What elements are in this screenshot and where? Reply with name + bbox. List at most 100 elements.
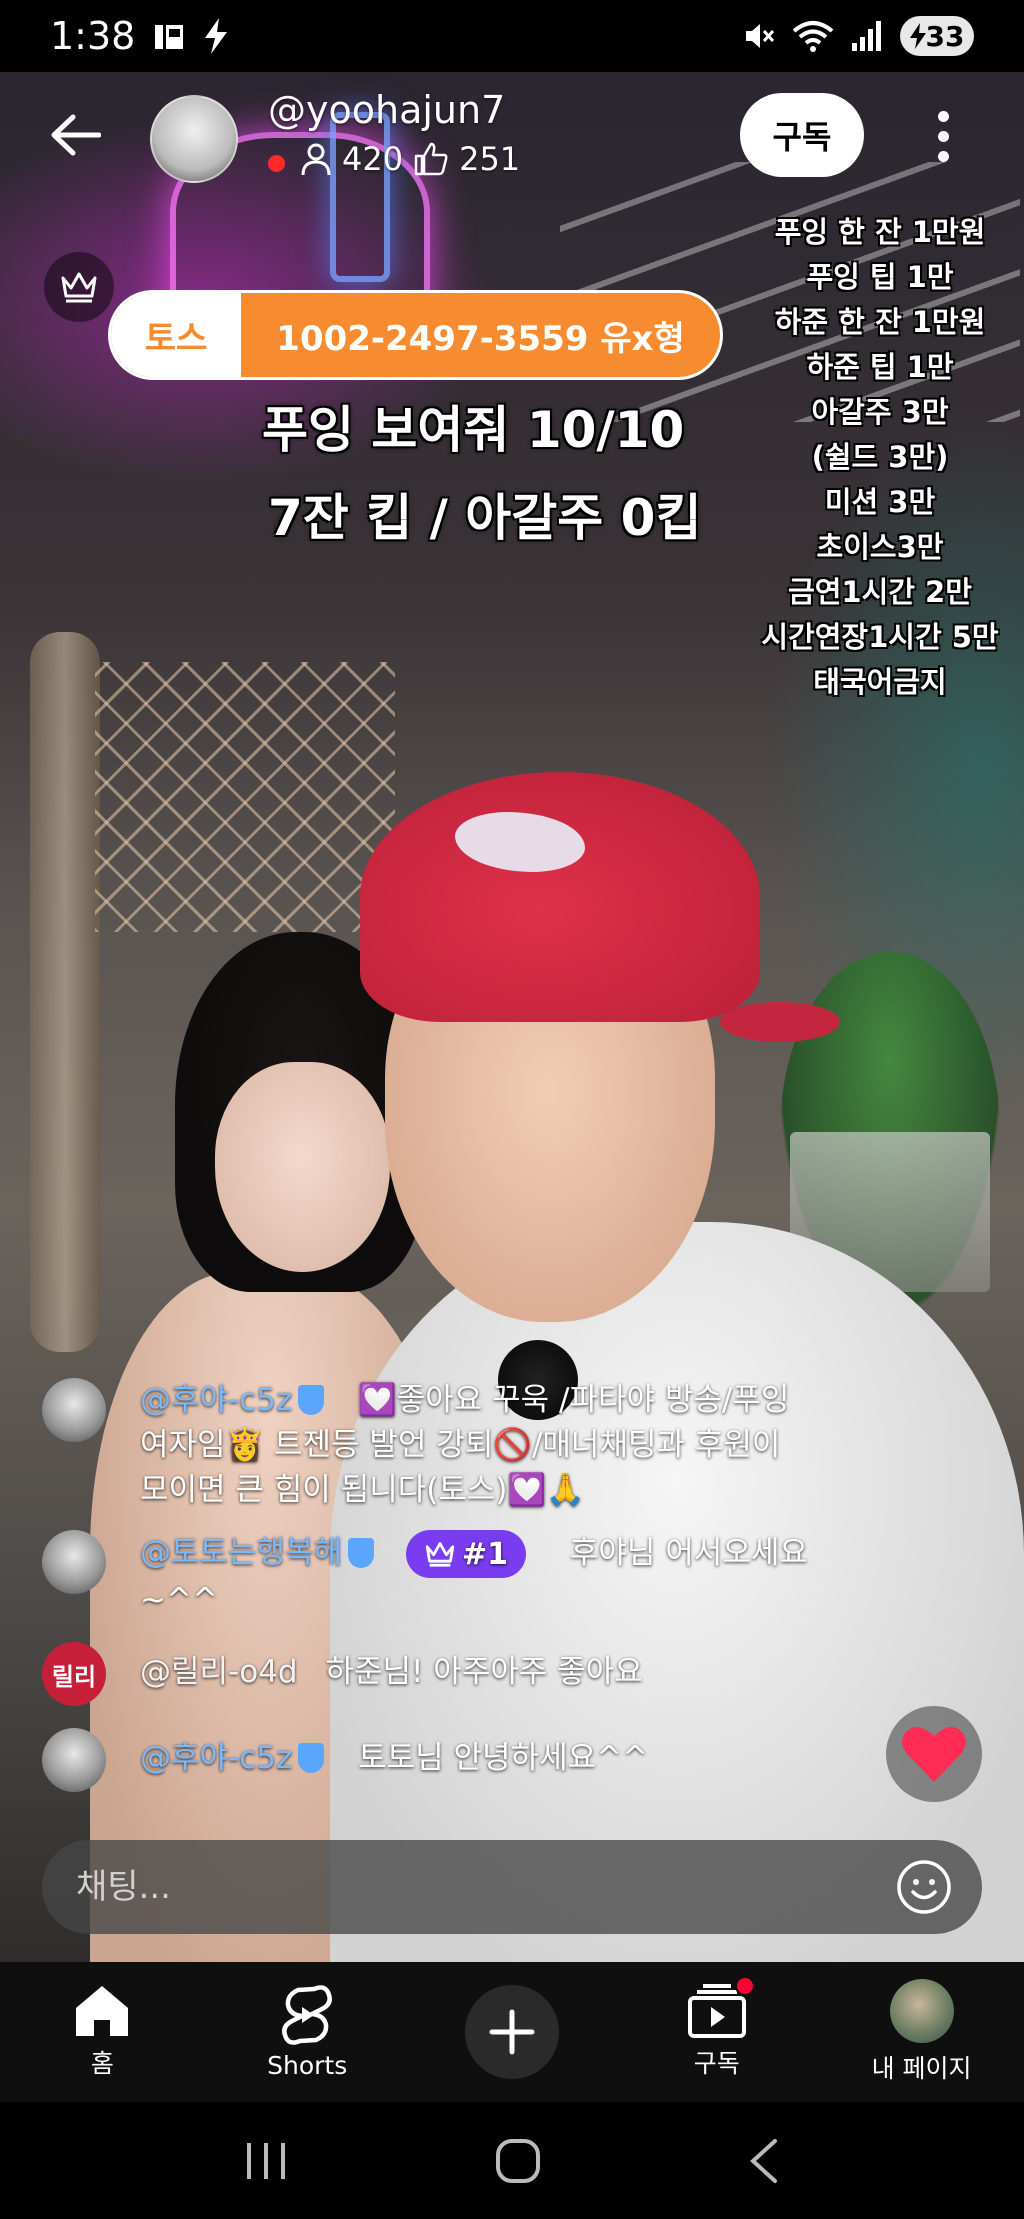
live-stats: 420 251 — [300, 140, 520, 178]
thumbs-up-icon — [414, 142, 448, 176]
channel-avatar[interactable] — [150, 95, 238, 183]
price-item: (쉴드 3만) — [811, 440, 949, 474]
price-item: 아갈주 3만 — [811, 395, 949, 429]
like-button[interactable] — [886, 1706, 982, 1802]
price-item: 태국어금지 — [813, 665, 947, 699]
mute-icon — [746, 24, 775, 48]
chat-username[interactable]: @토토는행복해 — [140, 1535, 342, 1571]
lattice-fence — [95, 662, 395, 932]
like-count: 251 — [459, 140, 521, 178]
battery-level: 33 — [925, 19, 965, 53]
nav-subscriptions[interactable]: 구독 — [614, 1962, 819, 2102]
create-button[interactable] — [464, 1985, 559, 2079]
nav-label: 구독 — [693, 2049, 740, 2078]
headline-line-1: 푸잉 보여줘 10/10 — [262, 401, 685, 459]
kebab-dot — [937, 150, 949, 162]
chat-username[interactable]: @릴리-o4d — [140, 1654, 298, 1690]
chat-avatar[interactable] — [42, 1378, 106, 1442]
tree-trunk — [30, 632, 100, 1352]
price-item: 하준 팁 1만 — [806, 350, 954, 384]
heart-icon — [902, 1727, 966, 1782]
gallery-icon — [155, 25, 184, 49]
chat-body: @후야-c5z 토토님 안녕하세요^^ — [140, 1736, 648, 1781]
signal-icon — [852, 21, 881, 51]
recent-apps-icon[interactable] — [243, 2139, 289, 2183]
price-item: 푸잉 팁 1만 — [806, 260, 954, 294]
red-cap — [360, 772, 760, 1022]
toss-account: 1002-2497-3559 유x형 — [276, 318, 685, 359]
notification-dot — [734, 1976, 755, 1996]
cap-brim — [720, 1002, 840, 1042]
shorts-icon — [282, 1984, 333, 2045]
crown-icon — [61, 272, 97, 303]
chat-body: @토토는행복해 #1 후야님 어서오세요 ~^^ — [140, 1530, 808, 1623]
toss-tag: 토스 — [111, 293, 241, 377]
status-time: 1:38 — [50, 14, 136, 58]
chat-text: 모이면 큰 힘이 됩니다(토스)💟🙏 — [140, 1472, 585, 1508]
bolt-icon — [205, 18, 228, 54]
chat-avatar[interactable]: 릴리 — [42, 1642, 106, 1706]
price-item: 하준 한 잔 1만원 — [774, 305, 986, 339]
price-item: 초이스3만 — [816, 530, 944, 564]
kebab-dot — [937, 130, 949, 142]
battery-charging-icon — [909, 23, 926, 49]
subscribe-button[interactable]: 구독 — [740, 93, 864, 177]
live-dot — [268, 155, 285, 172]
crown-icon — [425, 1542, 455, 1567]
nav-shorts[interactable]: Shorts — [205, 1962, 410, 2102]
more-options-button[interactable] — [915, 100, 971, 172]
channel-name[interactable]: @yoohajun7 — [268, 88, 505, 132]
chat-input-bar[interactable] — [42, 1840, 982, 1934]
nav-label: 내 페이지 — [871, 2054, 972, 2083]
price-list: 푸잉 한 잔 1만원 푸잉 팁 1만 하준 한 잔 1만원 하준 팁 1만 아갈… — [750, 210, 1010, 705]
verified-shield-icon — [348, 1537, 375, 1568]
verified-shield-icon — [298, 1743, 325, 1773]
battery-indicator: 33 — [900, 16, 974, 56]
nav-create[interactable] — [410, 1962, 615, 2102]
plus-icon — [489, 2009, 535, 2055]
back-button[interactable] — [40, 100, 110, 170]
chat-text: ~^^ — [140, 1582, 218, 1618]
chat-message[interactable]: 릴리 @릴리-o4d 하준님! 아주아주 좋아요 — [42, 1642, 643, 1706]
system-nav — [0, 2102, 1024, 2219]
crown-button[interactable] — [44, 252, 114, 322]
chat-avatar[interactable] — [42, 1728, 106, 1792]
toss-banner: 토스 1002-2497-3559 유x형 — [108, 290, 723, 380]
headline-line-2: 7잔 킵 / 아갈주 0킵 — [268, 489, 702, 547]
chat-text: 💟좋아요 꾸욱 /파타야 방송/푸잉 — [358, 1382, 790, 1418]
home-icon — [76, 1986, 129, 2036]
viewer-count: 420 — [342, 140, 404, 178]
person-icon — [301, 143, 331, 176]
emoji-icon[interactable] — [896, 1859, 952, 1915]
wifi-icon — [792, 21, 834, 52]
verified-shield-icon — [298, 1385, 325, 1415]
chat-text: 토토님 안녕하세요^^ — [358, 1740, 649, 1776]
nav-label: Shorts — [267, 2050, 348, 2080]
chat-text: 여자임👸 트젠등 발언 강퇴🚫/매너채팅과 후원이 — [140, 1427, 781, 1463]
price-item: 시간연장1시간 5만 — [761, 620, 999, 654]
price-item: 금연1시간 2만 — [788, 575, 972, 609]
chat-message[interactable]: @후야-c5z 토토님 안녕하세요^^ — [42, 1728, 648, 1792]
woman-face — [215, 1062, 390, 1272]
chat-avatar[interactable] — [42, 1530, 106, 1594]
chat-text: 하준님! 아주아주 좋아요 — [325, 1654, 643, 1690]
home-button-icon[interactable] — [494, 2137, 542, 2185]
arrow-left-icon — [51, 114, 101, 156]
chat-username[interactable]: @후야-c5z — [140, 1382, 292, 1418]
nav-my-page[interactable]: 내 페이지 — [819, 1962, 1024, 2102]
rank-label: #1 — [461, 1536, 508, 1572]
back-nav-icon[interactable] — [747, 2137, 781, 2185]
bottom-nav: 홈 Shorts 구독 내 페이지 — [0, 1962, 1024, 2102]
chat-message[interactable]: @후야-c5z 💟좋아요 꾸욱 /파타야 방송/푸잉 여자임👸 트젠등 발언 강… — [42, 1378, 789, 1513]
chat-message[interactable]: @토토는행복해 #1 후야님 어서오세요 ~^^ — [42, 1530, 808, 1623]
status-bar: 1:38 33 — [0, 0, 1024, 72]
price-item: 미션 3만 — [824, 485, 936, 519]
chat-input[interactable] — [76, 1867, 896, 1907]
kebab-dot — [937, 110, 949, 122]
chat-text: 후야님 어서오세요 — [569, 1534, 808, 1571]
nav-label: 홈 — [90, 2049, 114, 2078]
chat-body: @후야-c5z 💟좋아요 꾸욱 /파타야 방송/푸잉 여자임👸 트젠등 발언 강… — [140, 1378, 789, 1513]
chat-username[interactable]: @후야-c5z — [140, 1740, 292, 1776]
rank-badge: #1 — [405, 1530, 526, 1578]
nav-home[interactable]: 홈 — [0, 1962, 205, 2102]
